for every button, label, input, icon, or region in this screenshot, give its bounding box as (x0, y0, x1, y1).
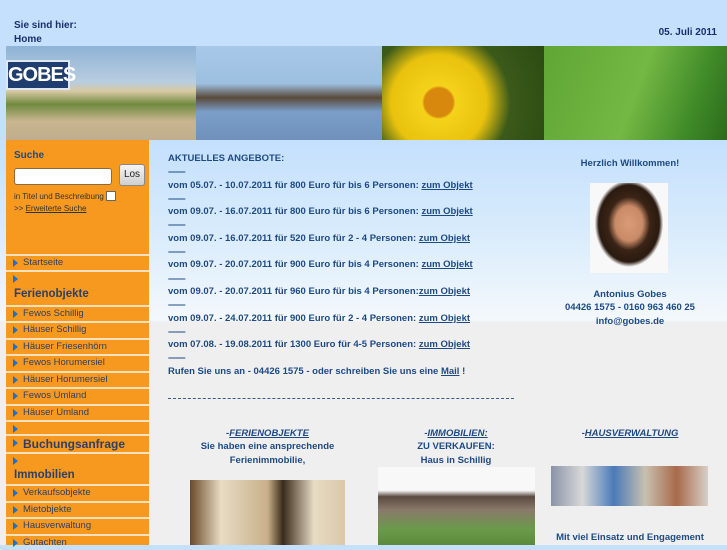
sidebar: Suche Los in Titel und Beschreibung >> E… (6, 140, 149, 548)
separator: ---------- (168, 353, 186, 363)
column-text: Ferienimmobilie, (229, 454, 306, 466)
offer-text: vom 09.07. - 24.07.2011 für 900 Euro für… (168, 312, 419, 324)
offer-text: vom 09.07. - 16.07.2011 für 520 Euro für… (168, 232, 419, 244)
banner-wreck-image (196, 46, 382, 140)
nav-fewos-umland[interactable]: Fewos Umland (6, 387, 149, 403)
banner-leaf-image (544, 46, 727, 140)
breadcrumb-label: Sie sind hier: (14, 20, 77, 31)
nav-gutachten[interactable]: Gutachten (6, 534, 149, 550)
call-text: Rufen Sie uns an - 04426 1575 - oder sch… (168, 365, 441, 377)
offer-row: vom 09.07. - 16.07.2011 für 520 Euro für… (168, 232, 473, 245)
advanced-search: >> Erweiterte Suche (14, 204, 87, 213)
search-input[interactable] (14, 168, 112, 185)
nav-fewos-horumersiel[interactable]: Fewos Horumersiel (6, 354, 149, 370)
offer-row: vom 09.07. - 20.07.2011 für 900 Euro für… (168, 258, 473, 271)
title-description-checkbox[interactable] (105, 191, 116, 201)
hausverwaltung-link[interactable]: HAUSVERWALTUNG (585, 428, 679, 439)
separator: ---------- (168, 273, 186, 283)
divider (6, 270, 149, 283)
immobilien-link[interactable]: IMMOBILIEN: (428, 428, 488, 439)
separator: ---------- (168, 247, 186, 257)
gobes-logo[interactable]: GOBES (6, 60, 76, 90)
owner-name: Antonius Gobes (593, 289, 667, 300)
nav-mietobjekte[interactable]: Mietobjekte (6, 501, 149, 517)
offer-text: vom 09.07. - 16.07.2011 für 800 Euro für… (168, 206, 422, 218)
banner-flower-image (382, 46, 544, 140)
nav-haeuser-horumersiel[interactable]: Häuser Horumersiel (6, 371, 149, 387)
header-bar: Sie sind hier: Home 05. Juli 2011 (6, 14, 717, 46)
offer-link[interactable]: zum Objekt (421, 259, 472, 270)
offer-text: vom 07.08. - 19.08.2011 für 1300 Euro fü… (168, 339, 419, 351)
column-hausverwaltung: -HAUSVERWALTUNG (540, 427, 720, 440)
contact-line: Rufen Sie uns an - 04426 1575 - oder sch… (168, 365, 473, 378)
offer-link[interactable]: zum Objekt (419, 313, 470, 324)
divider (6, 420, 149, 433)
search-button[interactable]: Los (119, 164, 145, 186)
mail-link[interactable]: Mail (441, 366, 459, 377)
offer-link[interactable]: zum Objekt (419, 286, 470, 297)
nav-startseite[interactable]: Startseite (6, 254, 149, 270)
column-ferienobjekte: -FERIENOBJEKTE Sie haben eine ansprechen… (180, 427, 355, 467)
column-text: Sie haben eine ansprechende (200, 441, 335, 453)
offer-link[interactable]: zum Objekt (421, 180, 472, 191)
nav-haeuser-friesenhoern[interactable]: Häuser Friesenhörn (6, 338, 149, 354)
owner-contact: Antonius Gobes 04426 1575 - 0160 963 460… (530, 288, 727, 328)
column-text: ZU VERKAUFEN: (417, 441, 495, 453)
welcome-title: Herzlich Willkommen! (580, 158, 680, 169)
header-banner (6, 46, 727, 140)
offer-row: vom 09.07. - 24.07.2011 für 900 Euro für… (168, 312, 473, 325)
offer-row: vom 07.08. - 19.08.2011 für 1300 Euro fü… (168, 338, 473, 351)
advanced-search-link[interactable]: Erweiterte Suche (26, 204, 87, 213)
nav-verkaufsobjekte[interactable]: Verkaufsobjekte (6, 484, 149, 500)
search-heading: Suche (14, 150, 45, 161)
offer-row: vom 09.07. - 16.07.2011 für 800 Euro für… (168, 205, 473, 218)
offer-row: vom 05.07. - 10.07.2011 für 800 Euro für… (168, 179, 473, 192)
living-room-image[interactable] (190, 480, 345, 545)
offer-link[interactable]: zum Objekt (421, 206, 472, 217)
offer-link[interactable]: zum Objekt (419, 339, 470, 350)
column-text: Haus in Schillig (420, 454, 492, 466)
owner-photo (590, 183, 668, 273)
current-date: 05. Juli 2011 (658, 27, 717, 38)
offer-link[interactable]: zum Objekt (419, 233, 470, 244)
nav-haeuser-umland[interactable]: Häuser Umland (6, 404, 149, 420)
offer-text: vom 09.07. - 20.07.2011 für 900 Euro für… (168, 259, 422, 271)
house-image[interactable] (378, 467, 535, 545)
city-buildings-image[interactable] (551, 466, 708, 506)
separator: ---------- (168, 300, 186, 310)
offer-row: vom 09.07. - 20.07.2011 für 960 Euro für… (168, 285, 473, 298)
separator: ---------- (168, 326, 186, 336)
separator: ---------- (168, 193, 186, 203)
nav-buchungsanfrage[interactable]: Buchungsanfrage (6, 434, 149, 452)
checkbox-label: in Titel und Beschreibung (14, 191, 104, 201)
separator: ---------- (168, 220, 186, 230)
nav-heading-immobilien: Immobilien (14, 469, 75, 481)
offers-title: AKTUELLES ANGEBOTE: (168, 153, 285, 164)
divider (6, 452, 149, 465)
nav-haeuser-schillig[interactable]: Häuser Schillig (6, 321, 149, 337)
owner-email[interactable]: info@gobes.de (530, 315, 727, 328)
breadcrumb-current[interactable]: Home (14, 34, 42, 45)
nav-fewos-schillig[interactable]: Fewos Schillig (6, 305, 149, 321)
nav-heading-ferienobjekte: Ferienobjekte (14, 288, 89, 300)
column-text: Mit viel Einsatz und Engagement (556, 532, 704, 543)
offer-text: vom 05.07. - 10.07.2011 für 800 Euro für… (168, 179, 422, 191)
separator: ---------- (168, 167, 186, 177)
title-description-option: in Titel und Beschreibung (14, 191, 116, 201)
ferienobjekte-link[interactable]: FERIENOBJEKTE (229, 428, 309, 439)
column-immobilien: -IMMOBILIEN: ZU VERKAUFEN: Haus in Schil… (370, 427, 542, 467)
call-end: ! (459, 365, 466, 377)
owner-phone: 04426 1575 - 0160 963 460 25 (565, 302, 695, 314)
offer-text: vom 09.07. - 20.07.2011 für 960 Euro für… (168, 285, 419, 297)
offers-section: AKTUELLES ANGEBOTE: ---------- vom 05.07… (168, 152, 473, 378)
dashed-divider (168, 398, 514, 399)
advanced-prefix: >> (14, 204, 24, 213)
nav-hausverwaltung[interactable]: Hausverwaltung (6, 517, 149, 533)
